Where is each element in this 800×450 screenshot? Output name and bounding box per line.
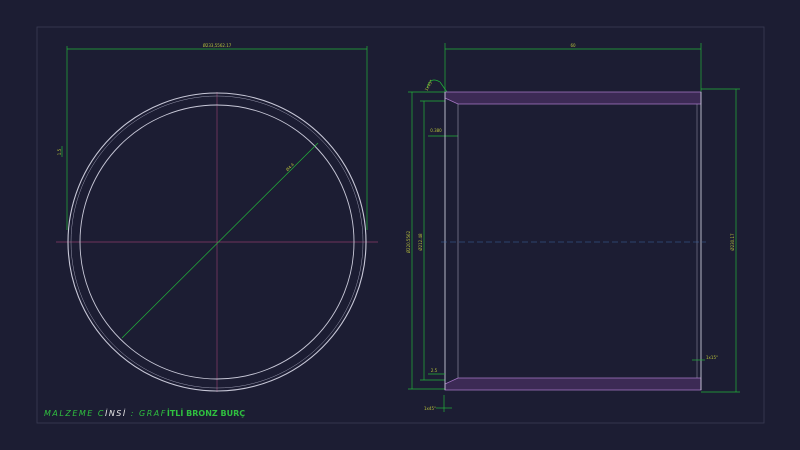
side-left-outer-dimension: Ø220.5562 (406, 230, 411, 253)
front-view: Ø233,5562.17 1.5 Ø4.4 (56, 43, 378, 392)
drawing-title: MALZEME CİNSİ : GRAFİTLİ BRONZ BURÇ (44, 408, 245, 418)
side-right-dimension: Ø230.17 (730, 233, 735, 251)
drawing-frame (36, 26, 765, 424)
title-part-4: İTLİ BRONZ BURÇ (167, 408, 245, 418)
title-part-2: İNSİ (105, 408, 127, 418)
side-offset-dimension: 0.380 (430, 128, 442, 133)
title-part-1: MALZEME C (44, 409, 105, 418)
top-wall-section (444, 91, 702, 105)
side-view: 60 1x45° 0.380 Ø220.5562 Ø212.48 Ø230.17 (406, 43, 740, 412)
side-left-inner-dimension: Ø212.48 (418, 233, 423, 251)
front-left-dimension: 1.5 (57, 148, 62, 155)
side-chamfer-bottom: 1x45° (424, 406, 436, 411)
diameter-line (121, 142, 319, 339)
front-top-dimension: Ø233,5562.17 (203, 43, 232, 48)
cad-drawing-canvas: Ø233,5562.17 1.5 Ø4.4 60 1x45° 0.380 Ø22… (36, 26, 765, 424)
side-chamfer-bottom-right: 1x15° (706, 355, 718, 360)
side-chamfer-top: 1x45° (424, 79, 434, 92)
title-part-3: : GRAF (127, 409, 167, 418)
side-top-dimension: 60 (570, 43, 576, 48)
side-bottom-small-dimension: 2.5 (431, 368, 438, 373)
bottom-wall-section (444, 377, 702, 391)
